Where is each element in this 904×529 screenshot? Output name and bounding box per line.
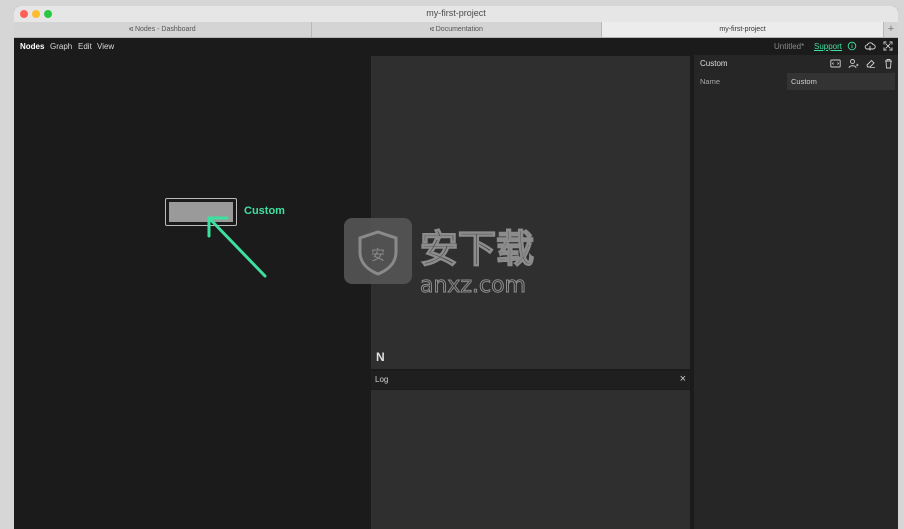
nodes-logo: N — [376, 350, 385, 364]
tab-documentation[interactable]: ⑆ Documentation — [312, 22, 602, 37]
inspector-panel: Custom Name Custom — [694, 55, 898, 529]
tab-bar: ⑆ Nodes - Dashboard ⑆ Documentation my-fir… — [14, 22, 898, 38]
watermark-logo-icon: 安 安下载 anxz.com — [344, 218, 535, 298]
code-icon[interactable] — [830, 58, 841, 69]
app-window: my-first-project ⑆ Nodes - Dashboard ⑆ Doc… — [14, 6, 898, 529]
nodes-icon: ⑆ — [430, 27, 434, 33]
property-label: Name — [700, 77, 721, 86]
pointer-arrow-icon — [207, 216, 267, 278]
fullscreen-icon[interactable] — [883, 41, 893, 51]
tab-nodes-dashboard[interactable]: ⑆ Nodes - Dashboard — [14, 22, 312, 37]
window-title: my-first-project — [426, 8, 486, 18]
graph-canvas[interactable] — [14, 55, 370, 529]
nodes-icon: ⑆ — [129, 27, 133, 33]
menu-bar: Nodes Graph Edit View Untitled* Support — [14, 38, 898, 55]
title-bar: my-first-project — [14, 6, 898, 22]
erase-icon[interactable] — [865, 58, 876, 69]
new-tab-button[interactable]: + — [884, 22, 898, 37]
log-body — [371, 390, 690, 529]
menu-nodes[interactable]: Nodes — [20, 42, 44, 51]
user-icon[interactable] — [848, 58, 859, 69]
menu-graph[interactable]: Graph — [50, 42, 72, 51]
preview-panel — [371, 56, 690, 369]
svg-text:安: 安 — [371, 248, 385, 264]
menu-edit[interactable]: Edit — [78, 42, 92, 51]
inspector-title: Custom — [700, 59, 728, 68]
log-header: Log × — [371, 371, 690, 389]
support-link[interactable]: Support — [814, 42, 842, 51]
name-field[interactable]: Custom — [787, 73, 895, 90]
svg-text:anxz.com: anxz.com — [420, 273, 526, 298]
document-title: Untitled* — [774, 42, 805, 51]
log-title: Log — [375, 375, 389, 384]
info-icon[interactable] — [847, 41, 857, 51]
tab-my-first-project[interactable]: my-first-project — [602, 22, 884, 37]
cloud-upload-icon[interactable] — [864, 41, 876, 51]
log-close-button[interactable]: × — [680, 373, 686, 385]
property-row-name: Name Custom — [694, 73, 898, 90]
trash-icon[interactable] — [883, 58, 894, 69]
menu-view[interactable]: View — [97, 42, 114, 51]
svg-text:安下载: 安下载 — [420, 227, 534, 271]
